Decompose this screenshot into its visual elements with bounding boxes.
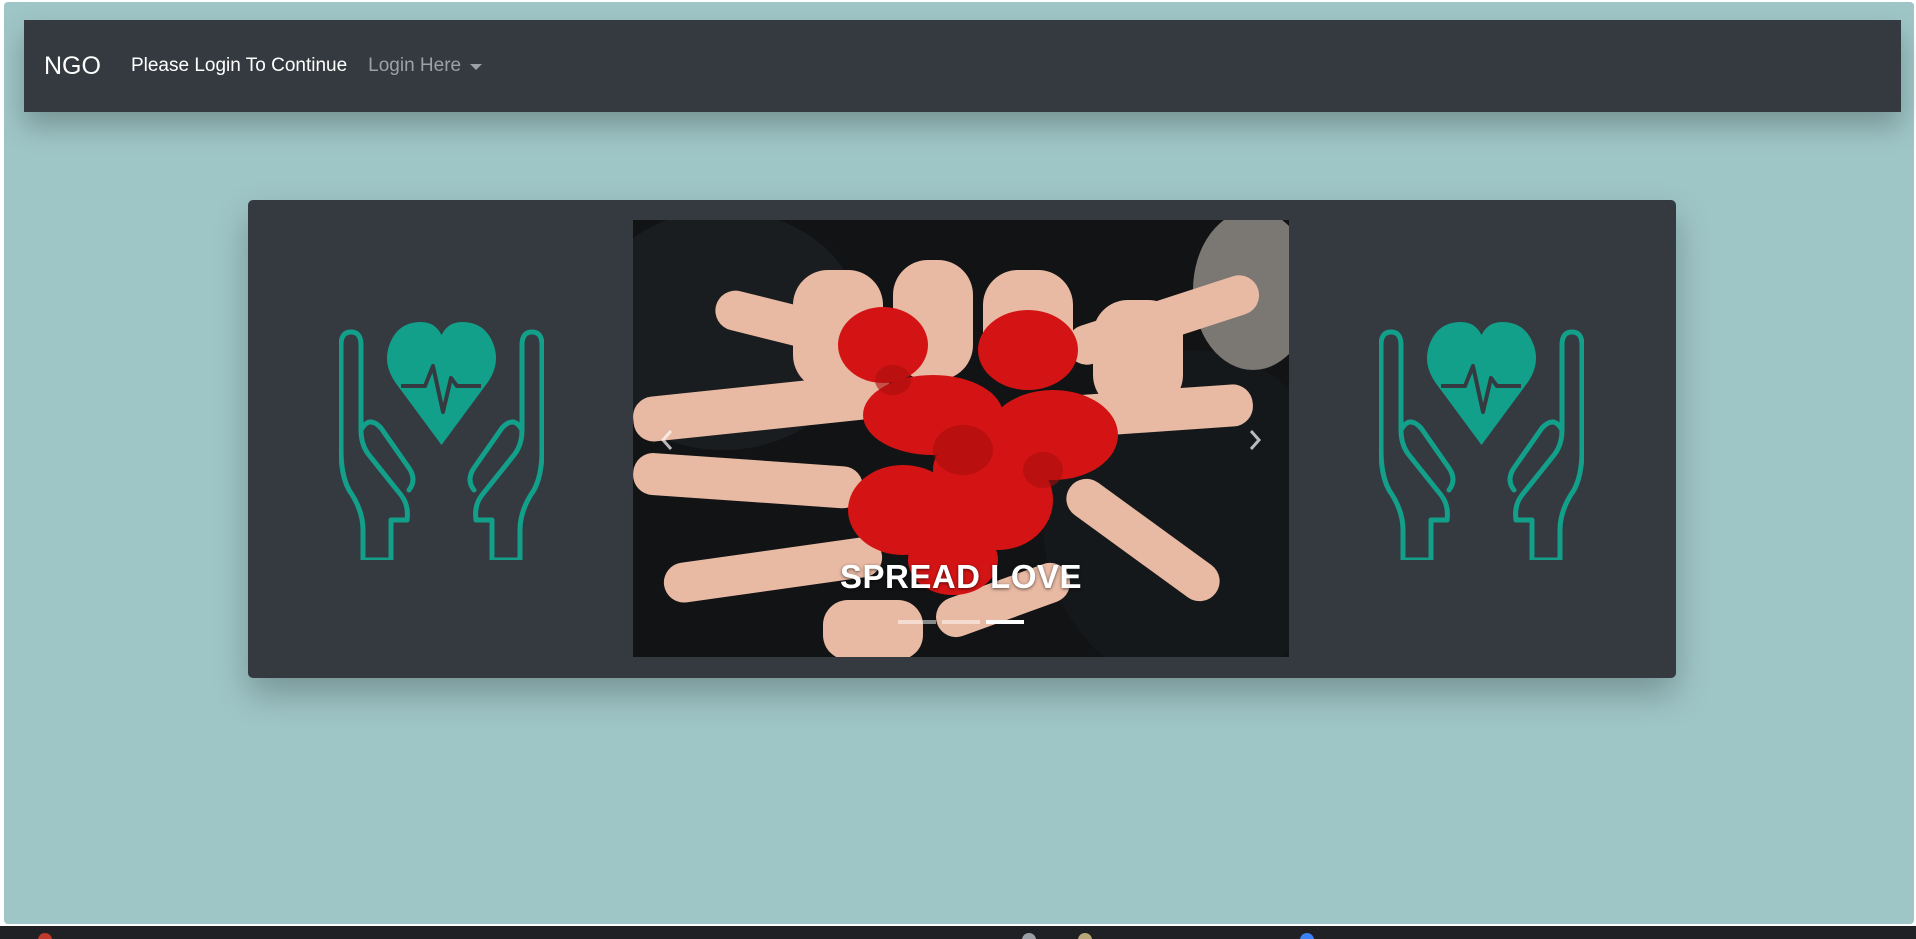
login-prompt-link[interactable]: Please Login To Continue [131, 55, 347, 77]
carousel-caption: SPREAD LOVE [839, 558, 1083, 595]
heart-in-hands-icon [339, 322, 544, 560]
chevron-left-icon [660, 430, 673, 450]
navbar: NGO Please Login To Continue Login Here [24, 20, 1901, 112]
heart-in-hands-icon [1379, 322, 1584, 560]
os-taskbar [0, 926, 1916, 939]
carousel-indicators [633, 620, 1289, 624]
taskbar-app-icon[interactable] [38, 933, 52, 939]
carousel-indicator-3[interactable] [986, 620, 1024, 624]
image-carousel[interactable]: SPREAD LOVE [633, 220, 1289, 657]
taskbar-app-icon[interactable] [1022, 933, 1036, 939]
hero-panel: SPREAD LOVE [248, 200, 1676, 678]
taskbar-app-icon[interactable] [1078, 933, 1092, 939]
login-dropdown[interactable]: Login Here [368, 55, 483, 77]
carousel-next-button[interactable] [1235, 420, 1275, 460]
caret-down-icon [470, 64, 483, 70]
login-dropdown-label: Login Here [368, 55, 462, 76]
chevron-right-icon [1249, 430, 1262, 450]
carousel-indicator-2[interactable] [942, 620, 980, 624]
carousel-prev-button[interactable] [647, 420, 687, 460]
taskbar-app-icon[interactable] [1300, 933, 1314, 939]
carousel-indicator-1[interactable] [898, 620, 936, 624]
brand-link[interactable]: NGO [44, 52, 101, 81]
page-background: NGO Please Login To Continue Login Here [4, 2, 1914, 924]
